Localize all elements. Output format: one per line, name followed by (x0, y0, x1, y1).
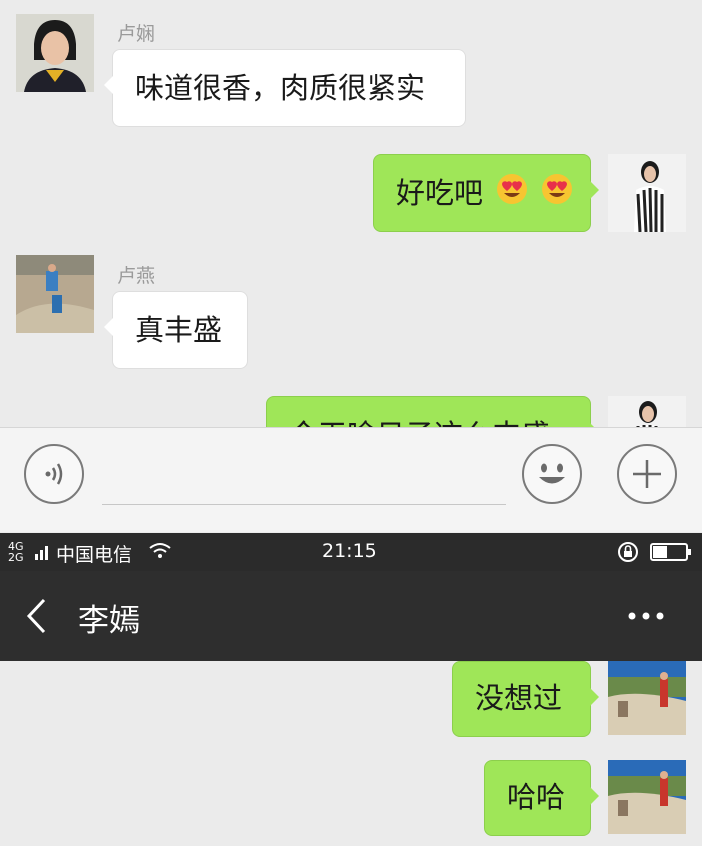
more-icon[interactable] (626, 609, 666, 623)
avatar-luyan[interactable] (16, 255, 94, 333)
rotation-lock-icon (618, 542, 638, 562)
message-bubble-sent[interactable]: 没想过 (452, 661, 599, 737)
battery-icon (650, 543, 691, 561)
carrier-name: 中国电信 (56, 544, 133, 566)
message-bubble[interactable]: 味道很香，肉质很紧实 (104, 49, 466, 127)
message-bubble[interactable]: 真丰盛 (104, 291, 248, 369)
avatar-luxian[interactable] (16, 14, 94, 92)
message-bubble-sent[interactable]: 好吃吧 (373, 154, 599, 233)
message-input-bar (0, 427, 702, 532)
clock: 21:15 (322, 540, 377, 562)
message-text: 真丰盛 (135, 313, 223, 347)
chat-header: 李嫣 (0, 571, 702, 661)
avatar-self[interactable] (608, 396, 686, 427)
top-chat-panel: 卢娴 味道很香，肉质很紧实 好吃吧 卢燕 真丰盛 (0, 0, 702, 427)
voice-button[interactable] (24, 444, 84, 504)
message-text: 没想过 (475, 681, 563, 715)
message-input[interactable] (102, 504, 506, 505)
chevron-left-icon[interactable] (24, 597, 50, 635)
sender-name: 卢娴 (117, 23, 156, 45)
more-functions-button[interactable] (617, 444, 677, 504)
avatar-self[interactable] (608, 760, 686, 834)
heart-eyes-emoji-icon (541, 157, 573, 233)
message-bubble-sent[interactable]: 哈哈 (484, 760, 599, 836)
status-bar: 4G 2G 中国电信 21:15 (0, 533, 702, 571)
network-indicator: 4G 2G (8, 540, 24, 564)
emoji-button[interactable] (522, 444, 582, 504)
avatar-self[interactable] (608, 661, 686, 735)
heart-eyes-emoji-icon (496, 157, 528, 233)
chat-title: 李嫣 (78, 603, 140, 639)
plus-icon (633, 460, 661, 488)
wifi-icon (149, 543, 171, 558)
sender-name: 卢燕 (117, 265, 156, 287)
avatar-self[interactable] (608, 154, 686, 232)
signal-icon (35, 546, 48, 560)
message-text: 味道很香，肉质很紧实 (135, 71, 426, 105)
bottom-chat-panel: 没想过 哈哈 (0, 661, 702, 846)
smiley-icon (539, 463, 565, 484)
voice-icon (45, 463, 63, 485)
message-text: 好吃吧 (396, 176, 484, 210)
message-text: 哈哈 (507, 780, 566, 814)
